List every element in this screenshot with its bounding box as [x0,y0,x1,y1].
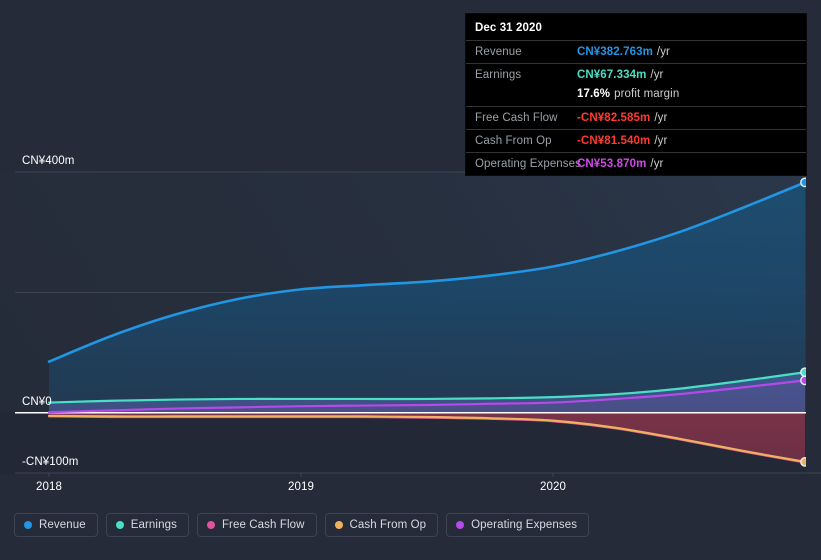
x-axis-label-2018: 2018 [36,481,62,493]
legend-item-operating-expenses[interactable]: Operating Expenses [446,513,590,537]
legend-item-label: Revenue [39,519,86,531]
tooltip-row-operating-expenses: Operating Expenses CN¥53.870m/yr [466,152,806,175]
legend-item-free-cash-flow[interactable]: Free Cash Flow [196,513,317,537]
chart-tooltip: Dec 31 2020 Revenue CN¥382.763m/yr Earning… [466,14,806,175]
legend-swatch-icon [115,521,124,529]
tooltip-row-cash-from-op: Cash From Op -CN¥81.540m/yr [466,129,806,152]
legend-item-label: Earnings [130,519,177,531]
tooltip-row-unit: /yr [654,112,668,124]
tooltip-row-label: Operating Expenses [475,158,582,170]
tooltip-row-profit-margin: 17.6% profit margin [466,86,806,106]
tooltip-rows: Revenue CN¥382.763m/yr Earnings CN¥67.334m /… [466,40,806,175]
y-axis-label-400m: CN¥400m [22,155,75,167]
legend-swatch-icon [334,521,343,529]
legend-swatch-icon [456,521,465,529]
tooltip-row-unit: /yr [650,158,664,170]
tooltip-row-earnings: Earnings CN¥67.334m/yr [466,63,806,86]
legend-item-label: Cash From Op [349,519,427,531]
tooltip-row-unit: /yr [650,69,664,81]
tooltip-row-value: 17.6% [577,88,611,100]
tooltip-title: Dec 31 2020 [475,22,542,34]
legend-item-earnings[interactable]: Earnings [105,513,189,537]
tooltip-row-unit: /yr [654,135,668,147]
tooltip-row-label: Earnings [475,69,522,81]
x-axis-label-2020: 2020 [540,481,566,493]
tooltip-row-value: CN¥382.763m [577,46,653,58]
tooltip-row-label: Cash From Op [475,135,552,147]
legend-swatch-icon [24,521,32,529]
legend-item-label: Free Cash Flow [221,519,305,531]
legend-swatch-icon [206,521,215,529]
tooltip-row-unit: profit margin [614,88,680,100]
x-axis-label-2019: 2019 [288,481,314,493]
tooltip-row-value: CN¥67.334m [577,69,647,81]
y-axis-label-neg100m: -CN¥100m [22,456,79,468]
tooltip-row-free-cash-flow: Free Cash Flow -CN¥82.585m/yr [466,106,806,129]
y-axis-label-zero: CN¥0 [22,395,52,408]
legend-item-revenue[interactable]: Revenue [14,513,98,537]
tooltip-row-label: Free Cash Flow [475,112,558,124]
chart-screenshot: CN¥400m CN¥0 -CN¥100m 2018 2019 2020 Dec… [0,0,821,560]
tooltip-row-unit: /yr [656,46,670,58]
tooltip-row-label: Revenue [475,46,522,58]
legend-item-label: Operating Expenses [471,519,578,531]
tooltip-row-revenue: Revenue CN¥382.763m/yr [466,40,806,63]
chart-legend[interactable]: Revenue Earnings Free Cash Flow Cash From O… [14,513,590,537]
legend-item-cash-from-op[interactable]: Cash From Op [324,513,439,537]
tooltip-row-value: -CN¥82.585m [577,112,651,124]
tooltip-row-value: -CN¥81.540m [577,135,651,147]
tooltip-row-value: CN¥53.870m [577,158,647,170]
